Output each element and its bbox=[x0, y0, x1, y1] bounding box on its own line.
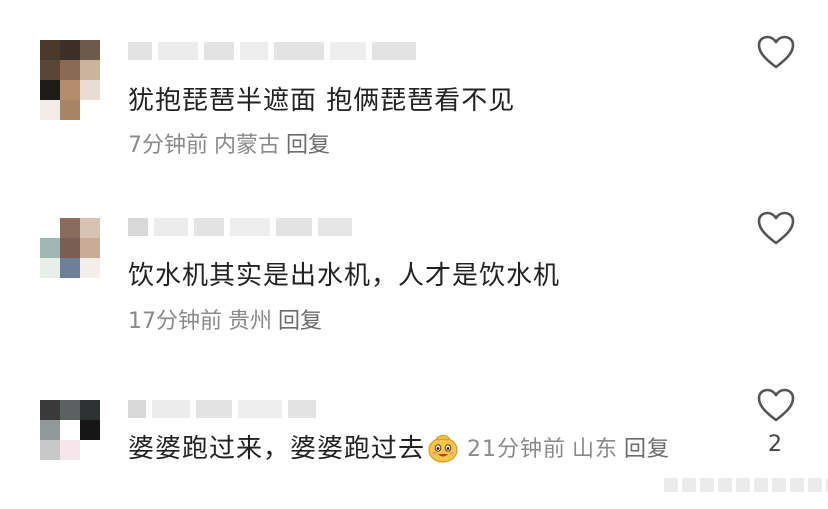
smiling-pouch-emoji bbox=[428, 434, 458, 463]
heart-outline-icon[interactable] bbox=[756, 210, 796, 246]
comment-meta: 17分钟前 贵州 回复 bbox=[128, 303, 322, 335]
comment-text: 饮水机其实是出水机，人才是饮水机 bbox=[128, 261, 561, 291]
avatar[interactable] bbox=[40, 400, 100, 480]
heart-outline-icon[interactable] bbox=[756, 387, 796, 423]
watermark-blurred bbox=[664, 478, 828, 492]
comment-location: 内蒙古 bbox=[214, 133, 281, 158]
username-blurred[interactable] bbox=[128, 398, 316, 420]
comment-meta: 21分钟前 山东 回复 bbox=[467, 437, 670, 462]
heart-outline-icon[interactable] bbox=[756, 34, 796, 70]
reply-button[interactable]: 回复 bbox=[286, 133, 330, 158]
comment-meta: 7分钟前 内蒙古 回复 bbox=[128, 127, 330, 159]
username-blurred[interactable] bbox=[128, 216, 352, 238]
username-blurred[interactable] bbox=[128, 40, 416, 62]
avatar[interactable] bbox=[40, 218, 100, 298]
comment-time: 21分钟前 bbox=[467, 436, 567, 462]
reply-button[interactable]: 回复 bbox=[624, 437, 670, 462]
reply-button[interactable]: 回复 bbox=[278, 309, 322, 334]
comment-text: 犹抱琵琶半遮面 抱俩琵琶看不见 bbox=[128, 86, 516, 116]
comment-location: 山东 bbox=[572, 436, 619, 462]
comment-location: 贵州 bbox=[228, 309, 273, 334]
comment-text-line: 婆婆跑过来，婆婆跑过去 21分钟前 山东 回复 bbox=[128, 428, 670, 465]
comment-time: 17分钟前 bbox=[128, 309, 222, 334]
avatar[interactable] bbox=[40, 40, 100, 120]
like-count: 2 bbox=[768, 432, 782, 457]
comment-text: 婆婆跑过来，婆婆跑过去 bbox=[128, 434, 426, 464]
comment-time: 7分钟前 bbox=[128, 133, 208, 158]
